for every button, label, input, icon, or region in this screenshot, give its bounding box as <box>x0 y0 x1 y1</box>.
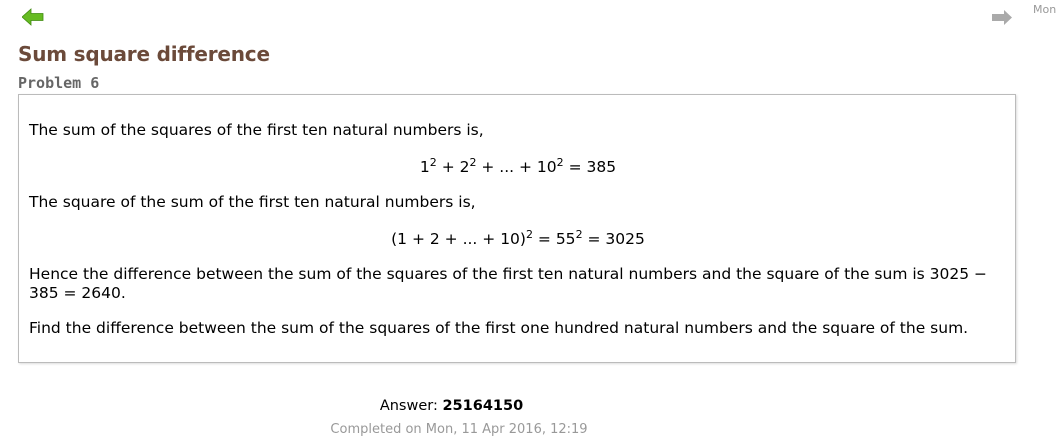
problem-paragraph-3: Hence the difference between the sum of … <box>29 265 988 302</box>
eq1-exponent: 2 <box>556 156 564 169</box>
eq2-exponent: 2 <box>525 228 533 241</box>
eq1-exponent: 2 <box>429 156 437 169</box>
problem-content-box: The sum of the squares of the first ten … <box>18 94 1016 363</box>
eq1-term: + ... + 10 <box>476 158 557 176</box>
equation-square-of-sum: (1 + 2 + ... + 10)2 = 552 = 3025 <box>19 228 1017 249</box>
problem-paragraph-1: The sum of the squares of the first ten … <box>29 121 484 139</box>
page-title: Sum square difference <box>18 42 270 66</box>
eq2-term: = 55 <box>532 230 576 248</box>
eq2-result: = 3025 <box>582 230 645 248</box>
corner-text: Mon <box>1033 3 1056 16</box>
equation-sum-of-squares: 12 + 22 + ... + 102 = 385 <box>19 156 1017 177</box>
eq2-exponent: 2 <box>575 228 583 241</box>
problem-paragraph-2: The square of the sum of the first ten n… <box>29 193 476 211</box>
answer-row: Answer: 25164150 <box>0 398 903 414</box>
eq2-term: (1 + 2 + ... + 10) <box>391 230 526 248</box>
eq1-term: + 2 <box>436 158 470 176</box>
left-arrow-icon[interactable] <box>21 8 44 26</box>
problem-number: Problem 6 <box>18 74 100 92</box>
answer-value: 25164150 <box>442 398 524 414</box>
answer-label: Answer: <box>379 398 443 414</box>
problem-page: Mon Sum square difference Problem 6 The … <box>0 0 1056 445</box>
problem-paragraph-4: Find the difference between the sum of t… <box>29 319 969 337</box>
eq1-result: = 385 <box>563 158 617 176</box>
completed-timestamp: Completed on Mon, 11 Apr 2016, 12:19 <box>330 422 588 437</box>
right-arrow-icon[interactable] <box>992 9 1012 26</box>
eq1-term: 1 <box>419 158 430 176</box>
